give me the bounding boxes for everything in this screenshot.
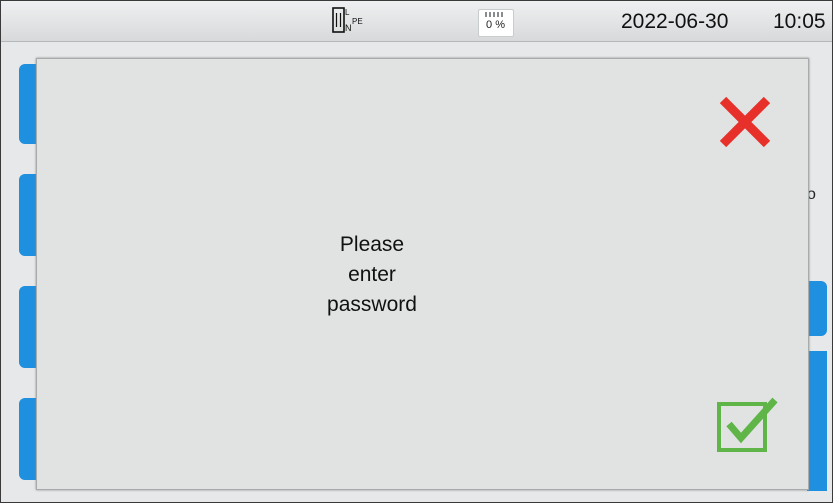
close-icon xyxy=(719,96,771,148)
background-right-panel xyxy=(807,351,827,491)
memory-card-icon: 0 % xyxy=(478,9,514,37)
connection-label-n: N xyxy=(345,23,352,33)
checkmark-icon xyxy=(717,397,778,452)
message-line-1: Please xyxy=(339,233,405,256)
confirm-button[interactable] xyxy=(717,396,779,454)
status-date: 2022-06-30 xyxy=(621,10,729,33)
background-right-button xyxy=(807,281,827,336)
device-screen: L N PE 0 % 2022-06-30 10:05 o Please ent… xyxy=(0,0,833,503)
message-line-3: password xyxy=(327,293,417,316)
connection-label-pe: PE xyxy=(352,17,363,26)
dialog-message: Please enter password xyxy=(267,230,477,320)
message-line-2: enter xyxy=(348,263,396,286)
close-button[interactable] xyxy=(717,94,773,150)
memory-usage-text: 0 % xyxy=(486,19,505,31)
connection-status-icon: L N PE xyxy=(332,7,363,33)
password-dialog: Please enter password xyxy=(36,58,809,490)
status-bar: L N PE 0 % 2022-06-30 10:05 xyxy=(1,1,832,42)
connection-label-l: L xyxy=(345,8,350,17)
status-time: 10:05 xyxy=(773,10,826,33)
